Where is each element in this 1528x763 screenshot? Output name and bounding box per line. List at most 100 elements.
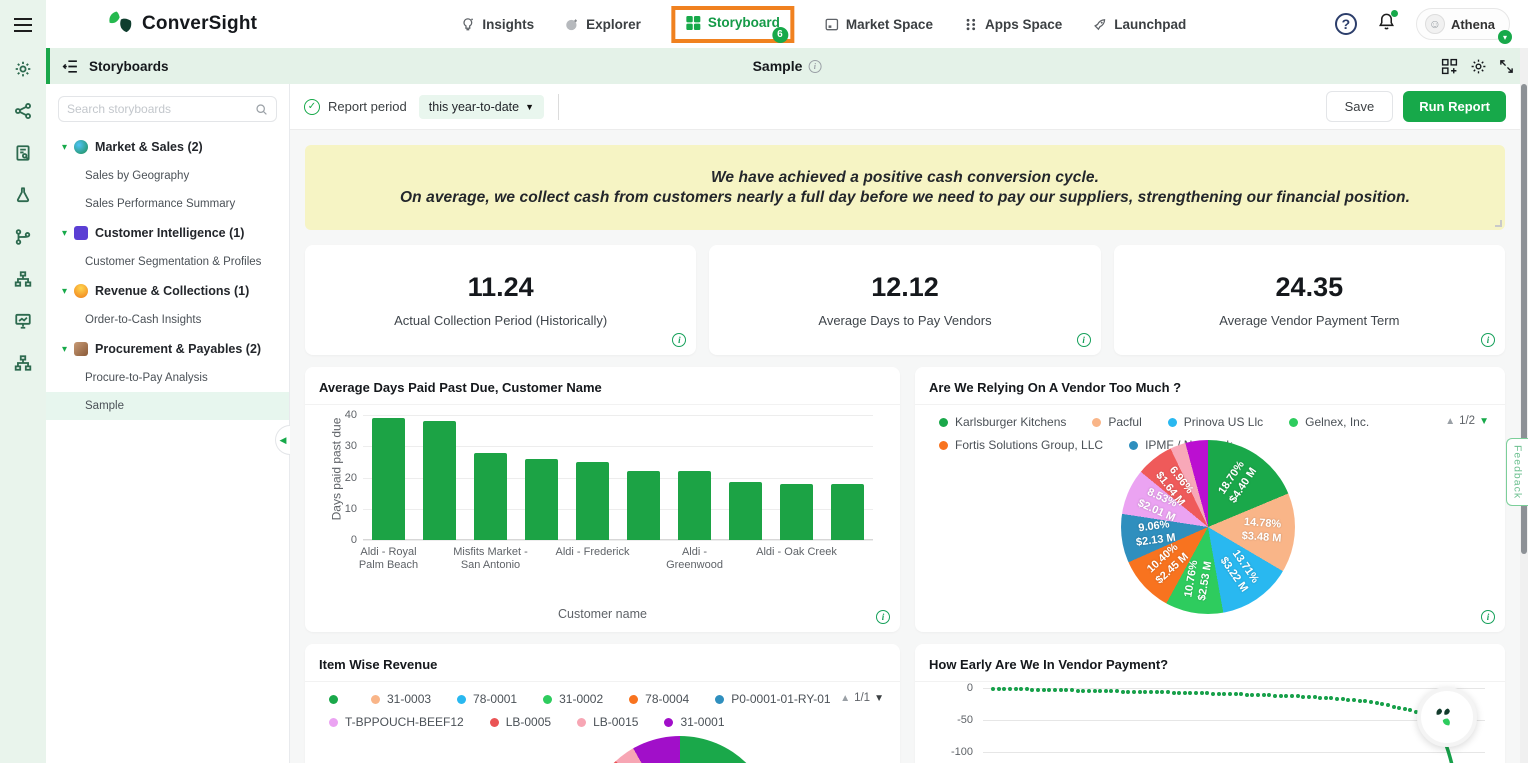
resize-handle[interactable] [1495,220,1502,227]
tree-group-procurement-payables[interactable]: ▾ Procurement & Payables (2) [46,334,289,364]
save-button[interactable]: Save [1326,91,1394,122]
data-point [1363,699,1367,703]
bar[interactable] [627,471,661,540]
nav-apps-space[interactable]: Apps Space [963,17,1062,32]
y-tick: 0 [323,534,357,546]
title-info-icon[interactable]: i [808,60,821,73]
nav-storyboard[interactable]: Storyboard [685,15,780,31]
data-point [1335,697,1339,701]
notifications-bell-icon[interactable] [1377,12,1396,36]
lab-flask-icon[interactable] [14,186,32,209]
pipeline-branch-icon[interactable] [14,228,32,251]
add-widget-icon[interactable] [1441,58,1458,75]
launchpad-rocket-icon [1092,17,1107,32]
data-point [1177,691,1181,695]
data-point [1358,699,1362,703]
tree-group-revenue-collections[interactable]: ▾ Revenue & Collections (1) [46,276,289,306]
bar[interactable] [780,484,814,540]
settings-gear-icon[interactable] [14,60,32,83]
hierarchy-icon[interactable] [14,270,32,293]
report-period-label: Report period [328,99,407,114]
report-period-dropdown[interactable]: this year-to-date ▼ [419,95,544,119]
storyboard-canvas: We have achieved a positive cash convers… [290,130,1528,763]
y-tick: -100 [939,746,973,758]
assistant-chat-button[interactable] [1417,687,1477,747]
sidebar-collapse-handle[interactable]: ◀ [275,425,290,455]
run-report-button[interactable]: Run Report [1403,91,1506,122]
kpi-row: 11.24 Actual Collection Period (Historic… [305,245,1505,355]
bar-chart: 010203040Aldi - Royal Palm BeachMisfits … [315,407,890,632]
info-icon[interactable]: i [1481,610,1495,624]
page-scrollbar[interactable] [1520,48,1528,763]
data-point [1070,688,1074,692]
kpi-card-days-to-pay: 12.12 Average Days to Pay Vendors i [709,245,1100,355]
data-point [1014,687,1018,691]
nav-explorer[interactable]: Explorer [564,17,641,32]
info-icon[interactable]: i [1077,333,1091,347]
data-point [1087,689,1091,693]
info-icon[interactable]: i [1481,333,1495,347]
user-menu[interactable]: ☺ Athena ▾ [1416,8,1510,40]
nav-market-space[interactable]: Market Space [824,17,933,32]
tree-item-order-to-cash[interactable]: Order-to-Cash Insights [46,306,289,334]
tree-group-customer-intelligence[interactable]: ▾ Customer Intelligence (1) [46,218,289,248]
tree-item-procure-to-pay[interactable]: Procure-to-Pay Analysis [46,364,289,392]
bar[interactable] [831,484,865,540]
x-tick: Aldi - Oak Creek [755,546,839,559]
charts-row-2: Item Wise Revenue ▲ 1/1 ▼ 31-000378-0001… [305,644,1505,763]
data-point [1025,687,1029,691]
tree-group-market-sales[interactable]: ▾ Market & Sales (2) [46,132,289,162]
search-input[interactable] [67,102,255,116]
tree-item-sample[interactable]: Sample [46,392,289,420]
x-tick: Aldi - Frederick [551,546,635,559]
tree-item-customer-segmentation[interactable]: Customer Segmentation & Profiles [46,248,289,276]
package-icon [74,342,88,356]
feedback-tab[interactable]: Feedback [1506,438,1528,506]
vendor-pie-card: Are We Relying On A Vendor Too Much ? ▲ … [915,367,1505,632]
bar[interactable] [372,418,406,540]
globe-icon [74,140,88,154]
tree-item-sales-by-geography[interactable]: Sales by Geography [46,162,289,190]
hamburger-menu-icon[interactable] [14,18,46,32]
pie[interactable] [585,736,775,763]
item-pie-card: Item Wise Revenue ▲ 1/1 ▼ 31-000378-0001… [305,644,900,763]
bar[interactable] [423,421,457,540]
avatar: ☺ [1425,14,1445,34]
network-nodes-icon[interactable] [14,102,32,125]
storyboards-panel-icon[interactable] [62,58,79,75]
data-point [1324,696,1328,700]
settings-icon[interactable] [1470,58,1487,75]
bar[interactable] [729,482,763,540]
chevron-down-icon: ▾ [62,142,67,153]
data-dictionary-icon[interactable] [14,144,32,167]
tree-item-sales-performance-summary[interactable]: Sales Performance Summary [46,190,289,218]
data-point [1042,688,1046,692]
storyboard-subheader: Storyboards Sample i [46,48,1528,84]
user-status-caret: ▾ [1498,30,1512,44]
x-axis-label: Customer name [315,607,890,621]
data-point [1160,690,1164,694]
bar[interactable] [525,459,559,540]
nav-insights[interactable]: Insights [460,17,534,32]
page-title: Sample [753,58,803,74]
storyboard-search[interactable] [58,96,277,122]
fullscreen-icon[interactable] [1499,59,1514,74]
help-icon[interactable]: ? [1335,13,1357,35]
bar[interactable] [678,471,712,540]
bar[interactable] [576,462,610,540]
info-icon[interactable]: i [876,610,890,624]
scatter-chart-title: How Early Are We In Vendor Payment? [915,644,1505,682]
presentation-board-icon[interactable] [14,312,32,335]
workflow-icon[interactable] [14,354,32,377]
data-point [1256,693,1260,697]
search-icon[interactable] [255,103,268,116]
info-icon[interactable]: i [672,333,686,347]
bar[interactable] [474,453,508,541]
conversight-logo[interactable]: ConverSight [104,9,257,39]
report-period-check-icon[interactable]: ✓ [304,99,320,115]
data-point [1008,687,1012,691]
explorer-icon [564,17,579,32]
data-point [1284,694,1288,698]
nav-launchpad[interactable]: Launchpad [1092,17,1186,32]
data-point [1329,696,1333,700]
